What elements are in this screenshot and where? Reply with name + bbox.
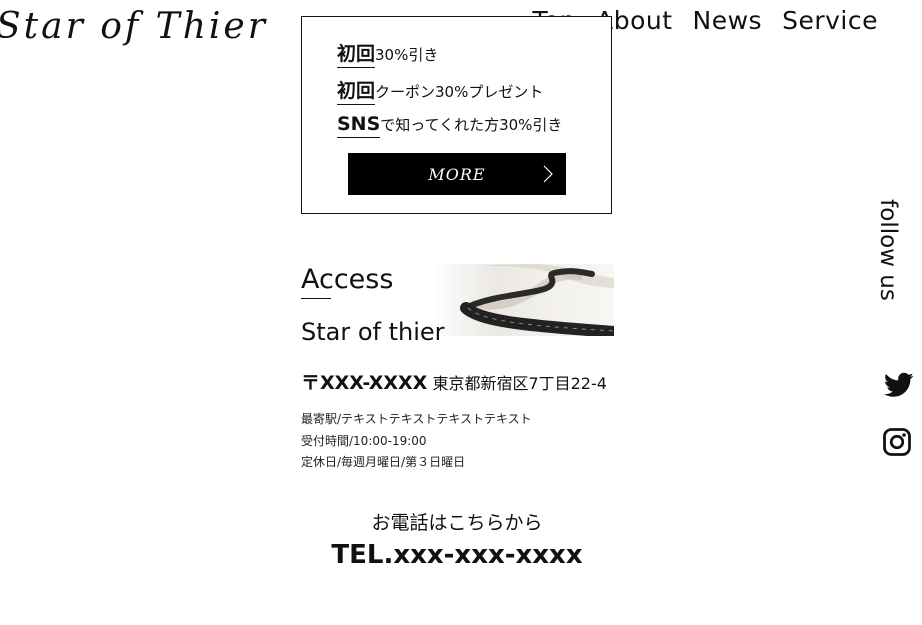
info-nearest-station: 最寄駅/テキストテキストテキストテキスト: [301, 412, 532, 426]
access-title: Access: [301, 264, 394, 295]
more-button-label: MORE: [428, 164, 486, 184]
access-title-underline: [301, 298, 331, 299]
promo-text: 30%引き: [375, 46, 439, 64]
phone-number[interactable]: TEL.xxx-xxx-xxxx: [301, 540, 613, 570]
address-line: 〒XXX-XXXX 東京都新宿区7丁目22-4: [301, 368, 607, 395]
nav-service[interactable]: Service: [782, 6, 878, 35]
follow-us-label: follow us: [873, 198, 903, 302]
instagram-icon[interactable]: [882, 427, 912, 457]
promo-text: クーポン30%プレゼント: [375, 83, 544, 101]
site-logo[interactable]: Star of Thier: [0, 6, 268, 47]
chevron-right-icon: [543, 165, 553, 183]
road-image: [432, 264, 614, 336]
follow-us-text: follow us: [875, 199, 901, 301]
info-reception-hours: 受付時間/10:00-19:00: [301, 434, 427, 448]
street-address: 東京都新宿区7丁目22-4: [432, 374, 607, 393]
nav-news[interactable]: News: [693, 6, 763, 35]
promo-emphasis: 初回: [337, 80, 376, 105]
twitter-icon[interactable]: [882, 370, 916, 400]
promo-emphasis: 初回: [337, 43, 376, 68]
promo-box: 初回30%引き 初回クーポン30%プレゼント SNSで知ってくれた方30%引き …: [301, 16, 612, 214]
promo-line-sns: SNSで知ってくれた方30%引き: [337, 113, 563, 138]
promo-emphasis: SNS: [337, 113, 381, 138]
phone-caption: お電話はこちらから: [371, 512, 543, 534]
promo-line-first-discount: 初回30%引き: [337, 39, 439, 68]
more-button[interactable]: MORE: [348, 153, 566, 195]
shop-name: Star of thier: [301, 318, 445, 346]
info-closed-days: 定休日/毎週月曜日/第３日曜日: [301, 455, 466, 469]
promo-text: で知ってくれた方30%引き: [380, 116, 563, 134]
promo-line-coupon: 初回クーポン30%プレゼント: [337, 76, 544, 105]
postal-code: 〒XXX-XXXX: [301, 372, 428, 394]
